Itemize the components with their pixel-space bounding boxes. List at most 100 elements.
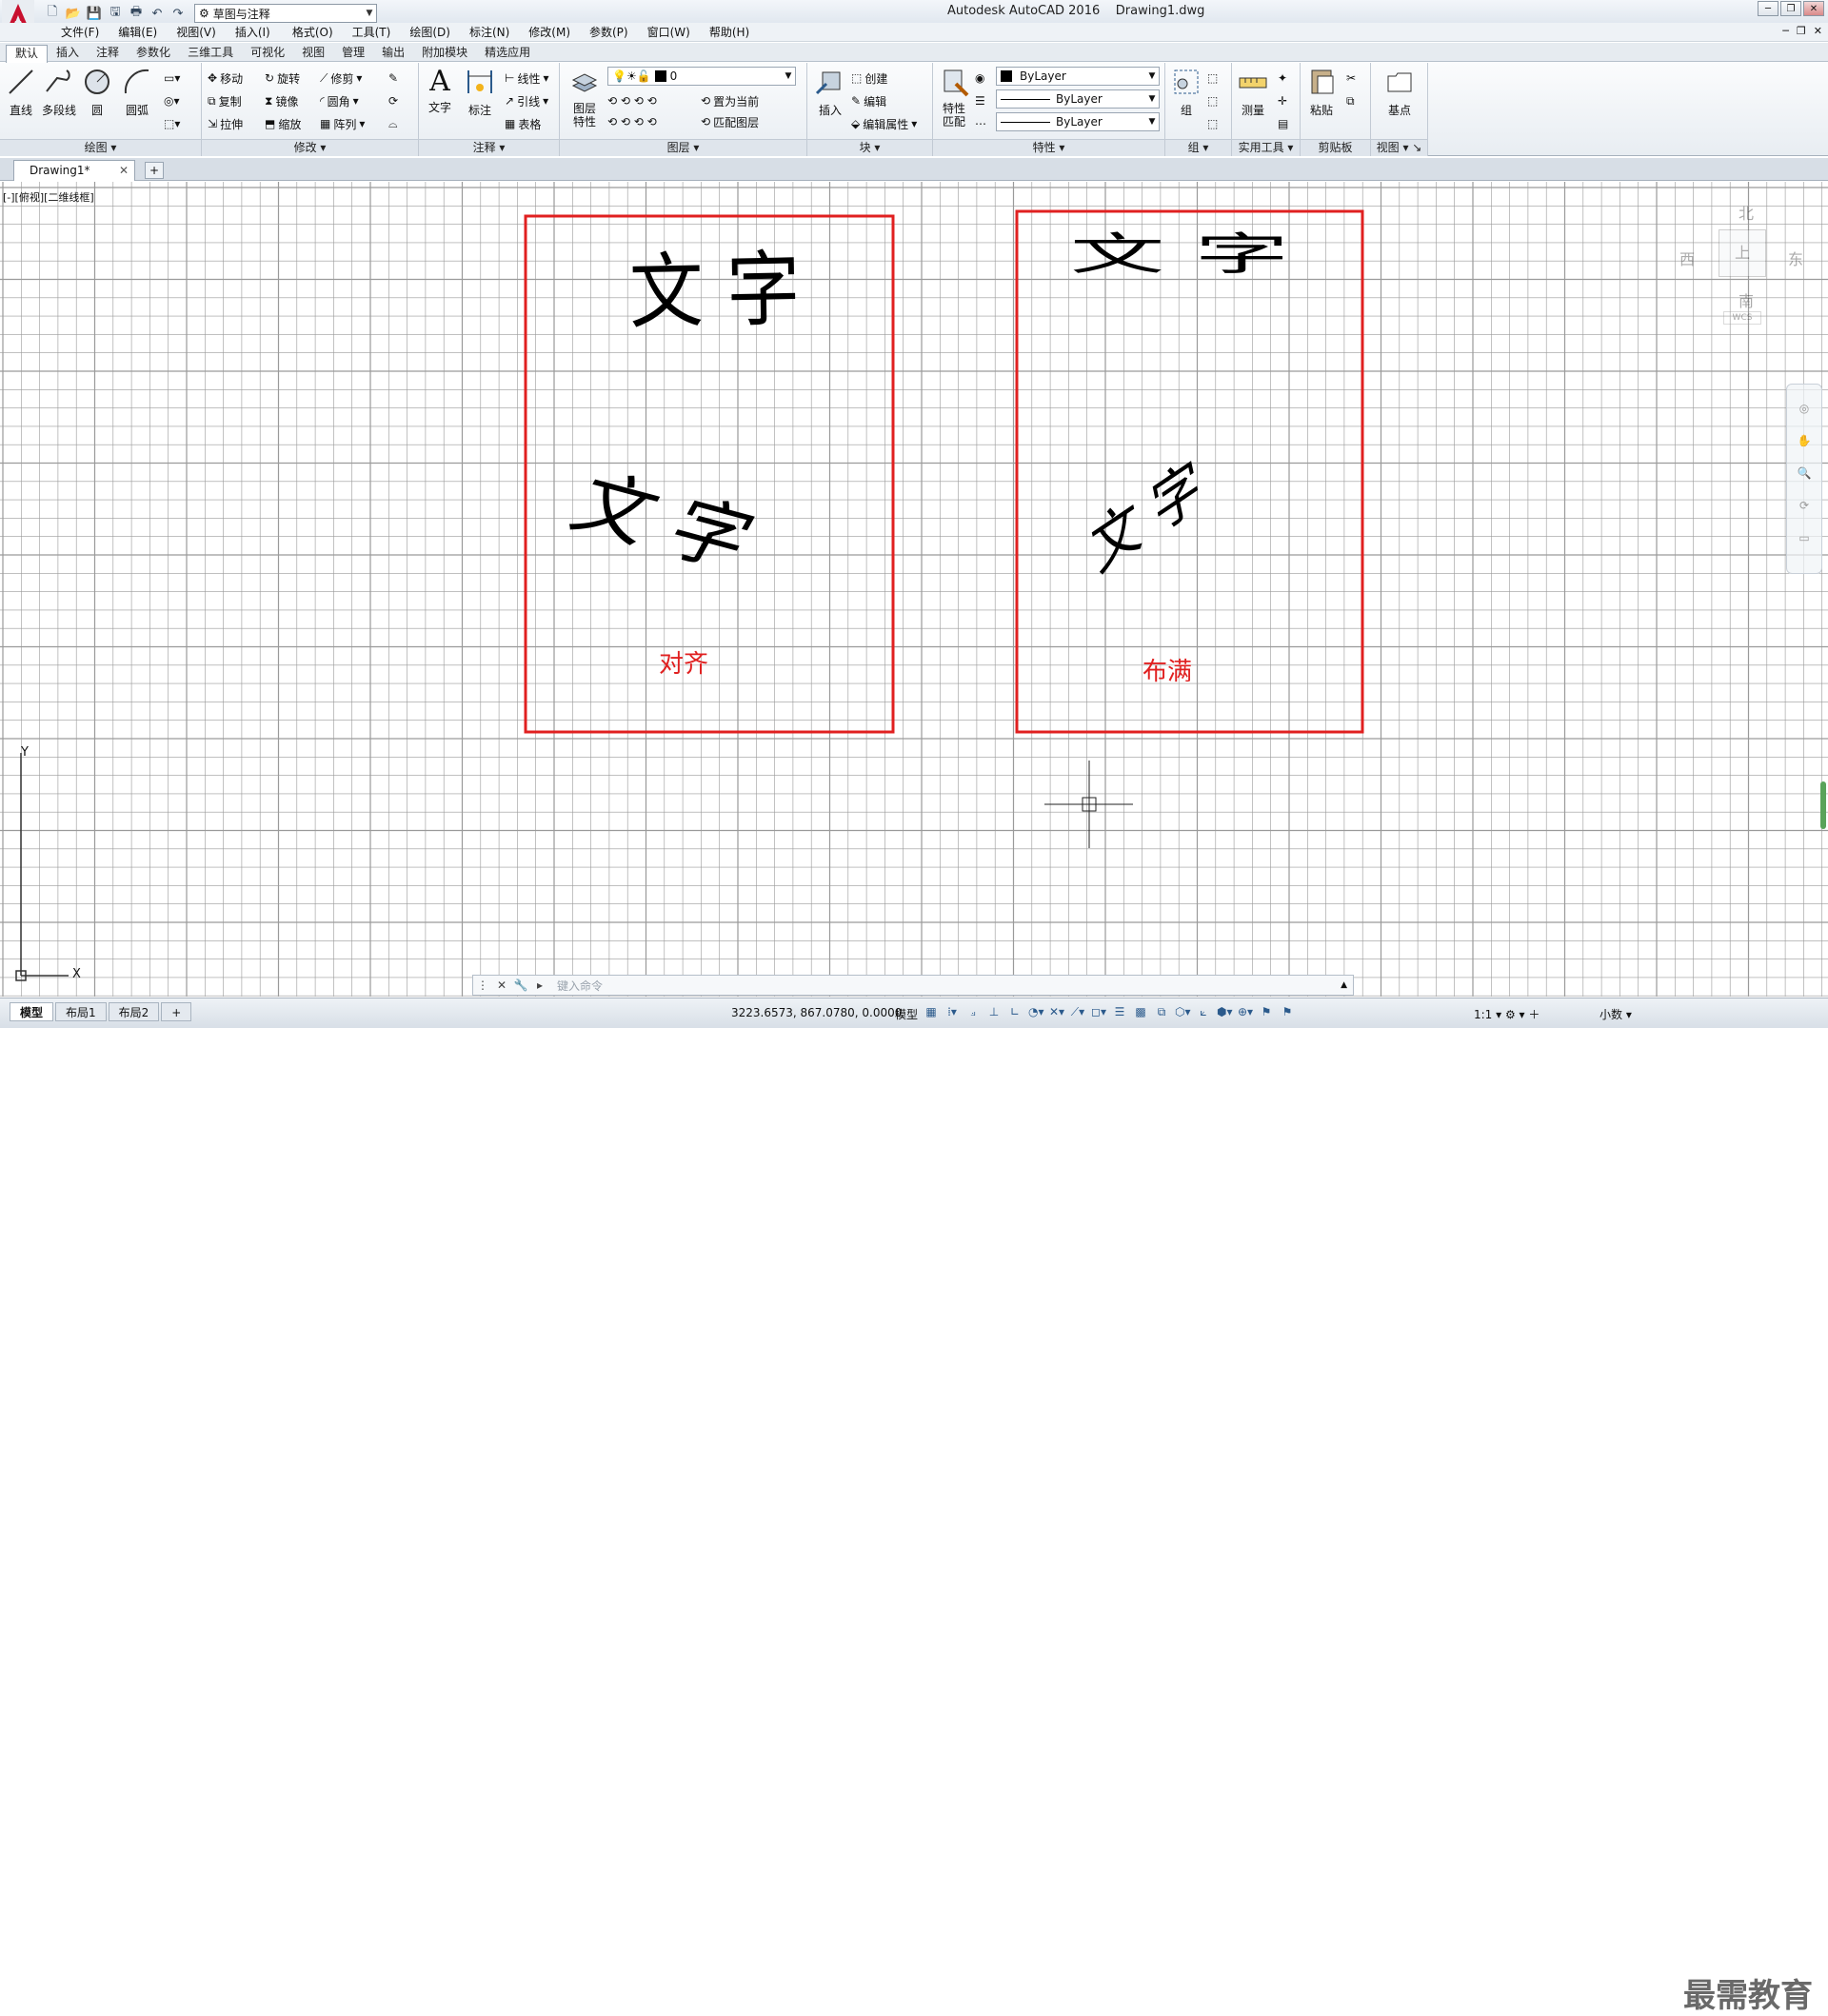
auto-scale-icon[interactable]: ⚑ [1280, 1003, 1295, 1020]
trim-button[interactable]: ⟋ 修剪 ▾ [320, 69, 362, 88]
open-icon[interactable]: 📂 [65, 5, 82, 22]
transparency-icon[interactable]: ▩ [1133, 1003, 1148, 1020]
layer-tools-row1[interactable]: ⟲ ⟲ ⟲ ⟲ [607, 91, 657, 110]
panel-clipboard-title[interactable]: 剪贴板 [1301, 139, 1370, 156]
offset-icon[interactable]: ⌓ [388, 114, 398, 133]
array-button[interactable]: ▦ 阵列 ▾ [320, 114, 365, 133]
orbit-icon[interactable]: ⟳ [1787, 499, 1821, 512]
viewcube-north[interactable]: 北 [1739, 201, 1754, 224]
tab-view[interactable]: 视图 [293, 45, 333, 63]
rotate-button[interactable]: ↻ 旋转 [265, 69, 300, 88]
save-as-icon[interactable]: 🖫 [107, 5, 124, 22]
file-tab-drawing1[interactable]: Drawing1* ✕ [13, 160, 135, 181]
panel-groups-title[interactable]: 组 ▾ [1165, 139, 1231, 156]
panel-annotation-title[interactable]: 注释 ▾ [419, 139, 559, 156]
menu-modify[interactable]: 修改(M) [519, 25, 580, 40]
color-wheel-icon[interactable]: ◉ [975, 69, 984, 88]
match-properties-button[interactable]: 特性 匹配 [937, 67, 971, 128]
base-view-button[interactable]: 基点 [1382, 67, 1417, 118]
menu-format[interactable]: 格式(O) [283, 25, 343, 40]
viewcube-face-top[interactable]: 上 [1719, 229, 1766, 277]
linetype-icon[interactable]: ⋯ [975, 114, 986, 133]
tab-parametric[interactable]: 参数化 [128, 45, 179, 63]
ungroup-icon[interactable]: ⬚ [1207, 69, 1218, 88]
new-tab-button[interactable]: + [145, 162, 164, 179]
paste-button[interactable]: 粘贴 [1304, 67, 1339, 118]
tab-featured-apps[interactable]: 精选应用 [476, 45, 539, 63]
leader-button[interactable]: ↗ 引线 ▾ [505, 91, 548, 110]
ortho-icon[interactable]: ∟ [1007, 1003, 1023, 1020]
3d-osnap-icon[interactable]: ⬡▾ [1175, 1003, 1191, 1020]
menu-help[interactable]: 帮助(H) [700, 25, 759, 40]
panel-block-title[interactable]: 块 ▾ [807, 139, 932, 156]
menu-dimension[interactable]: 标注(N) [460, 25, 519, 40]
command-input[interactable]: 键入命令 [557, 978, 603, 994]
recent-commands-icon[interactable]: ▸ [530, 976, 549, 995]
layer-properties-button[interactable]: 图层 特性 [567, 67, 602, 128]
group-edit-icon[interactable]: ⬚ [1207, 91, 1218, 110]
lineweight-icon[interactable]: ☰ [975, 91, 985, 110]
move-button[interactable]: ✥ 移动 [208, 69, 243, 88]
copy-clip-icon[interactable]: ⧉ [1346, 91, 1355, 110]
gizmo-icon[interactable]: ⊕▾ [1238, 1003, 1253, 1020]
model-space-button[interactable]: 模型 [895, 1006, 918, 1022]
minimize-button[interactable]: ─ [1758, 1, 1778, 16]
scale-button[interactable]: ⬒ 缩放 [265, 114, 301, 133]
viewcube-south[interactable]: 南 [1739, 288, 1754, 311]
add-layout-button[interactable]: + [161, 1002, 192, 1021]
panel-utilities-title[interactable]: 实用工具 ▾ [1232, 139, 1300, 156]
viewcube-west[interactable]: 西 [1679, 247, 1695, 269]
tab-annotate[interactable]: 注释 [88, 45, 128, 63]
polar-icon[interactable]: ◔▾ [1028, 1003, 1044, 1020]
menu-view[interactable]: 视图(V) [167, 25, 226, 40]
pan-icon[interactable]: ✋ [1787, 434, 1821, 447]
align-label[interactable]: 对齐 [659, 644, 708, 680]
menu-draw[interactable]: 绘图(D) [400, 25, 460, 40]
command-history-toggle-icon[interactable]: ▲ [1341, 980, 1347, 990]
osnap-icon[interactable]: ⟋▾ [1070, 1003, 1085, 1020]
zoom-icon[interactable]: 🔍 [1787, 466, 1821, 480]
panel-properties-title[interactable]: 特性 ▾ [933, 139, 1164, 156]
lineweight-toggle-icon[interactable]: ☰ [1112, 1003, 1127, 1020]
rectangle-icon[interactable]: ▭▾ [164, 69, 180, 88]
dynamic-input-icon[interactable]: ⊥ [986, 1003, 1002, 1020]
menu-file[interactable]: 文件(F) [51, 25, 109, 40]
panel-modify-title[interactable]: 修改 ▾ [202, 139, 418, 156]
table-button[interactable]: ▦ 表格 [505, 114, 541, 133]
create-block-button[interactable]: ⬚ 创建 [851, 69, 887, 88]
steering-wheel-icon[interactable]: ◎ [1787, 402, 1821, 415]
showmotion-icon[interactable]: ▭ [1787, 531, 1821, 544]
cut-icon[interactable]: ✂ [1346, 69, 1356, 88]
menu-edit[interactable]: 编辑(E) [109, 25, 167, 40]
text-button[interactable]: A 文字 [423, 67, 457, 115]
wrench-icon[interactable]: 🔧 [511, 976, 530, 995]
tab-insert[interactable]: 插入 [48, 45, 88, 63]
mirror-button[interactable]: ⧗ 镜像 [265, 91, 298, 110]
viewcube-east[interactable]: 东 [1788, 247, 1803, 269]
dynamic-ucs-icon[interactable]: ⟀ [1196, 1003, 1211, 1020]
coordinates-readout[interactable]: 3223.6573, 867.0780, 0.0000 [731, 1006, 902, 1019]
close-tab-icon[interactable]: ✕ [119, 161, 129, 180]
drawing-canvas[interactable]: [-][俯视][二维线框] 文 字 文 字 对齐 文 字 文 字 布满 Y X … [0, 182, 1828, 997]
close-button[interactable]: ✕ [1803, 1, 1824, 16]
annotation-scale[interactable]: 1:1 ▾ ⚙ ▾ ＋ [1474, 1006, 1540, 1022]
doc-minimize-icon[interactable]: ─ [1782, 25, 1789, 37]
group-select-icon[interactable]: ⬚ [1207, 114, 1218, 133]
fit-text-top[interactable]: 文 字 [1070, 218, 1289, 283]
fit-label[interactable]: 布满 [1142, 652, 1192, 687]
units-dropdown[interactable]: 小数 ▾ [1600, 1006, 1632, 1022]
osnap-tracking-icon[interactable]: ✕▾ [1049, 1003, 1064, 1020]
dimension-button[interactable]: 标注 [463, 67, 497, 118]
linear-dim-button[interactable]: ⊢ 线性 ▾ [505, 69, 549, 88]
undo-icon[interactable]: ↶ [149, 5, 166, 22]
match-layer-button[interactable]: ⟲ 匹配图层 [701, 112, 759, 131]
selection-filter-icon[interactable]: ⬢▾ [1217, 1003, 1233, 1020]
restore-button[interactable]: ❐ [1780, 1, 1801, 16]
layer-tools-row2[interactable]: ⟲ ⟲ ⟲ ⟲ [607, 112, 657, 131]
tab-default[interactable]: 默认 [6, 45, 49, 63]
set-current-button[interactable]: ⟲ 置为当前 [701, 91, 759, 110]
copy-button[interactable]: ⧉ 复制 [208, 91, 242, 110]
tab-visualize[interactable]: 可视化 [242, 45, 293, 63]
grid-toggle-icon[interactable]: ▦ [924, 1003, 939, 1020]
navigation-bar[interactable]: ◎ ✋ 🔍 ⟳ ▭ [1786, 384, 1822, 574]
